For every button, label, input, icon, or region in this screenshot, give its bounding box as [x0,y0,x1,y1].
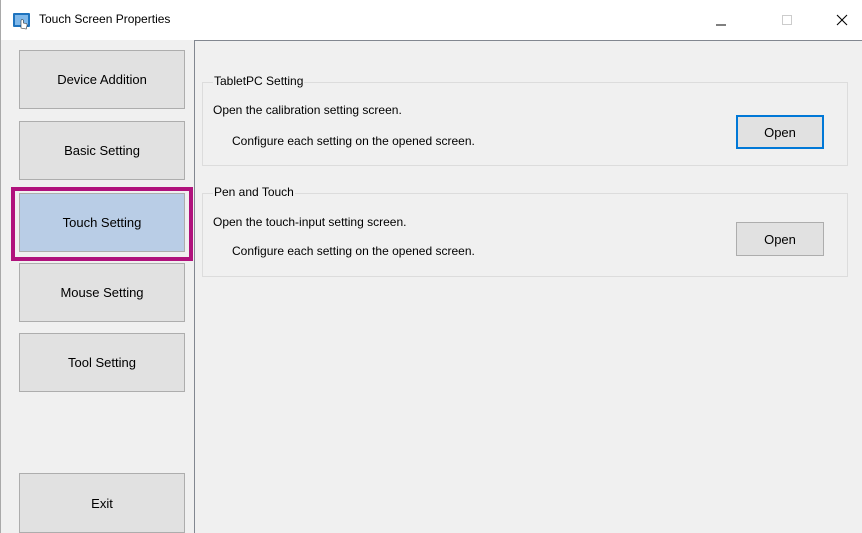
touch-screen-app-icon [12,11,31,30]
group-description: Open the calibration setting screen. [213,103,402,117]
close-button[interactable] [827,6,857,34]
minimize-button[interactable] [706,6,736,34]
sidebar-item-basic-setting[interactable]: Basic Setting [19,121,185,180]
group-instruction: Configure each setting on the opened scr… [232,134,475,148]
group-instruction: Configure each setting on the opened scr… [232,244,475,258]
pen-and-touch-group: Pen and Touch Open the touch-input setti… [202,185,848,277]
group-description: Open the touch-input setting screen. [213,215,407,229]
window-title: Touch Screen Properties [39,12,171,26]
minimize-icon [716,24,726,26]
group-title: Pen and Touch [213,185,295,199]
tabletpc-setting-group: TabletPC Setting Open the calibration se… [202,74,848,166]
title-bar: Touch Screen Properties [1,0,862,40]
selection-highlight-frame [11,187,193,261]
pen-and-touch-open-button[interactable]: Open [736,222,824,256]
exit-button[interactable]: Exit [19,473,185,533]
tabletpc-open-button[interactable]: Open [736,115,824,149]
close-icon [836,14,848,26]
maximize-icon [782,15,792,25]
maximize-button [772,6,802,34]
sidebar-item-tool-setting[interactable]: Tool Setting [19,333,185,392]
sidebar-item-device-addition[interactable]: Device Addition [19,50,185,109]
touch-screen-properties-window: Touch Screen Properties Device Addition … [0,0,862,533]
group-title: TabletPC Setting [213,74,305,88]
sidebar-item-mouse-setting[interactable]: Mouse Setting [19,263,185,322]
